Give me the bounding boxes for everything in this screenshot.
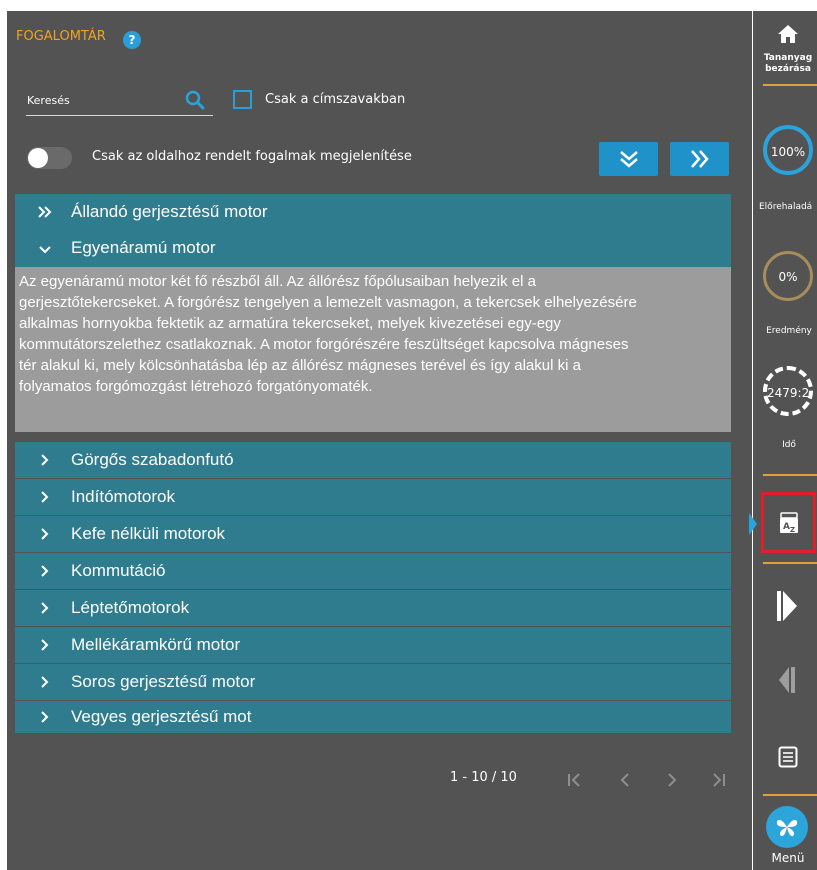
- sidebar-separator: [763, 794, 817, 796]
- previous-page-icon[interactable]: [615, 771, 635, 789]
- description-line: tér alakul ki, mely kölcsönhatásba lép a…: [19, 357, 581, 374]
- chevron-down-icon: [39, 246, 51, 254]
- page-terms-toggle[interactable]: [27, 147, 72, 169]
- search-icon[interactable]: [184, 89, 206, 111]
- term-row[interactable]: Görgős szabadonfutó: [15, 442, 731, 478]
- term-row[interactable]: Kommutáció: [15, 553, 731, 589]
- menu-label[interactable]: Menü: [759, 851, 817, 865]
- term-row[interactable]: Vegyes gerjesztésű mot: [15, 701, 731, 733]
- term-label: Vegyes gerjesztésű mot: [71, 707, 252, 726]
- term-label: Léptetőmotorok: [71, 598, 190, 617]
- headwords-only-checkbox[interactable]: [233, 90, 252, 109]
- term-row[interactable]: Mellékáramkörű motor: [15, 627, 731, 663]
- description-line: Az egyenáramú motor két fő részből áll. …: [19, 273, 536, 290]
- next-page-arrow-icon[interactable]: [775, 589, 799, 623]
- glossary-button-highlight[interactable]: A Z: [761, 492, 816, 553]
- term-description: Az egyenáramú motor két fő részből áll. …: [15, 267, 731, 432]
- expand-all-button[interactable]: [670, 142, 729, 176]
- collapse-all-button[interactable]: [599, 142, 658, 176]
- term-row-expanded[interactable]: Egyenáramú motor: [15, 230, 731, 267]
- right-sidebar: Tananyag bezárása 100% Előrehaladá 0% Er…: [749, 11, 817, 870]
- pagination-range: 1 - 10 / 10: [450, 770, 517, 785]
- term-label: Görgős szabadonfutó: [71, 450, 234, 469]
- term-row[interactable]: Kefe nélküli motorok: [15, 516, 731, 552]
- chevron-right-icon: [41, 639, 49, 651]
- help-icon[interactable]: ?: [123, 31, 141, 49]
- headwords-only-label: Csak a címszavakban: [265, 92, 406, 107]
- chevron-right-icon: [41, 676, 49, 688]
- search-underline: [26, 115, 213, 116]
- chevron-right-icon: [41, 711, 49, 723]
- butterfly-icon: [776, 819, 798, 837]
- sidebar-separator: [763, 474, 817, 476]
- sidebar-separator: [763, 84, 817, 86]
- search-input[interactable]: Keresés: [27, 94, 70, 107]
- chevron-right-icon: [41, 491, 49, 503]
- term-label: Kommutáció: [71, 561, 166, 580]
- glossary-az-icon: A Z: [780, 512, 798, 534]
- description-line: kommutátorszelethez csatlakoznak. A moto…: [19, 336, 629, 353]
- sidebar-separator: [763, 562, 817, 564]
- term-label: Indítómotorok: [71, 487, 175, 506]
- home-icon[interactable]: [777, 24, 799, 44]
- close-course-label[interactable]: Tananyag: [759, 53, 817, 63]
- term-row[interactable]: Indítómotorok: [15, 479, 731, 515]
- chevron-right-icon: [41, 602, 49, 614]
- term-list: Állandó gerjesztésű motor Egyenáramú mot…: [15, 194, 731, 733]
- close-course-label-2[interactable]: bezárása: [759, 64, 817, 74]
- progress-circle: 100%: [763, 125, 813, 175]
- timer-value: 2479:2: [767, 386, 810, 400]
- term-label: Mellékáramkörű motor: [71, 635, 241, 654]
- timer-label: Idő: [782, 440, 796, 450]
- description-line: gerjesztőtekercseket. A forgórész tengel…: [19, 294, 637, 311]
- term-row[interactable]: Soros gerjesztésű motor: [15, 664, 731, 700]
- description-line: folyamatos forgómozgást létrehozó forgat…: [19, 378, 373, 395]
- chevron-right-icon: [41, 454, 49, 466]
- previous-page-arrow-icon[interactable]: [777, 665, 797, 695]
- description-line: alkalmas hornyokba fektetik az armatúra …: [19, 315, 561, 332]
- active-indicator-icon: [749, 513, 757, 535]
- term-label: Kefe nélküli motorok: [71, 524, 226, 543]
- result-value: 0%: [778, 270, 798, 284]
- toggle-knob: [28, 148, 48, 168]
- last-page-icon[interactable]: [708, 771, 728, 789]
- table-of-contents-icon[interactable]: [778, 746, 798, 768]
- chevron-right-icon: [41, 565, 49, 577]
- progress-value: 100%: [770, 145, 806, 159]
- double-chevron-down-icon: [620, 151, 638, 168]
- result-circle: 0%: [763, 251, 813, 301]
- glossary-title: FOGALOMTÁR: [16, 29, 106, 44]
- term-label: Soros gerjesztésű motor: [71, 672, 256, 691]
- term-row[interactable]: Léptetőmotorok: [15, 590, 731, 626]
- svg-text:Z: Z: [790, 526, 795, 534]
- progress-label: Előrehaladá: [759, 202, 813, 212]
- term-row[interactable]: Állandó gerjesztésű motor: [15, 194, 731, 230]
- svg-text:A: A: [783, 522, 790, 532]
- menu-button[interactable]: [766, 806, 808, 848]
- chevron-right-icon: [41, 528, 49, 540]
- next-page-icon[interactable]: [662, 771, 682, 789]
- timer-circle: 2479:2: [763, 366, 813, 416]
- result-label: Eredmény: [766, 326, 812, 336]
- term-label: Egyenáramú motor: [71, 238, 216, 257]
- glossary-panel: FOGALOMTÁR ? Keresés Csak a címszavakban…: [7, 11, 752, 870]
- double-chevron-right-icon: [38, 206, 52, 218]
- first-page-icon[interactable]: [565, 771, 585, 789]
- double-chevron-right-icon: [691, 150, 709, 168]
- term-label: Állandó gerjesztésű motor: [71, 202, 268, 221]
- page-terms-toggle-label: Csak az oldalhoz rendelt fogalmak megjel…: [92, 149, 412, 164]
